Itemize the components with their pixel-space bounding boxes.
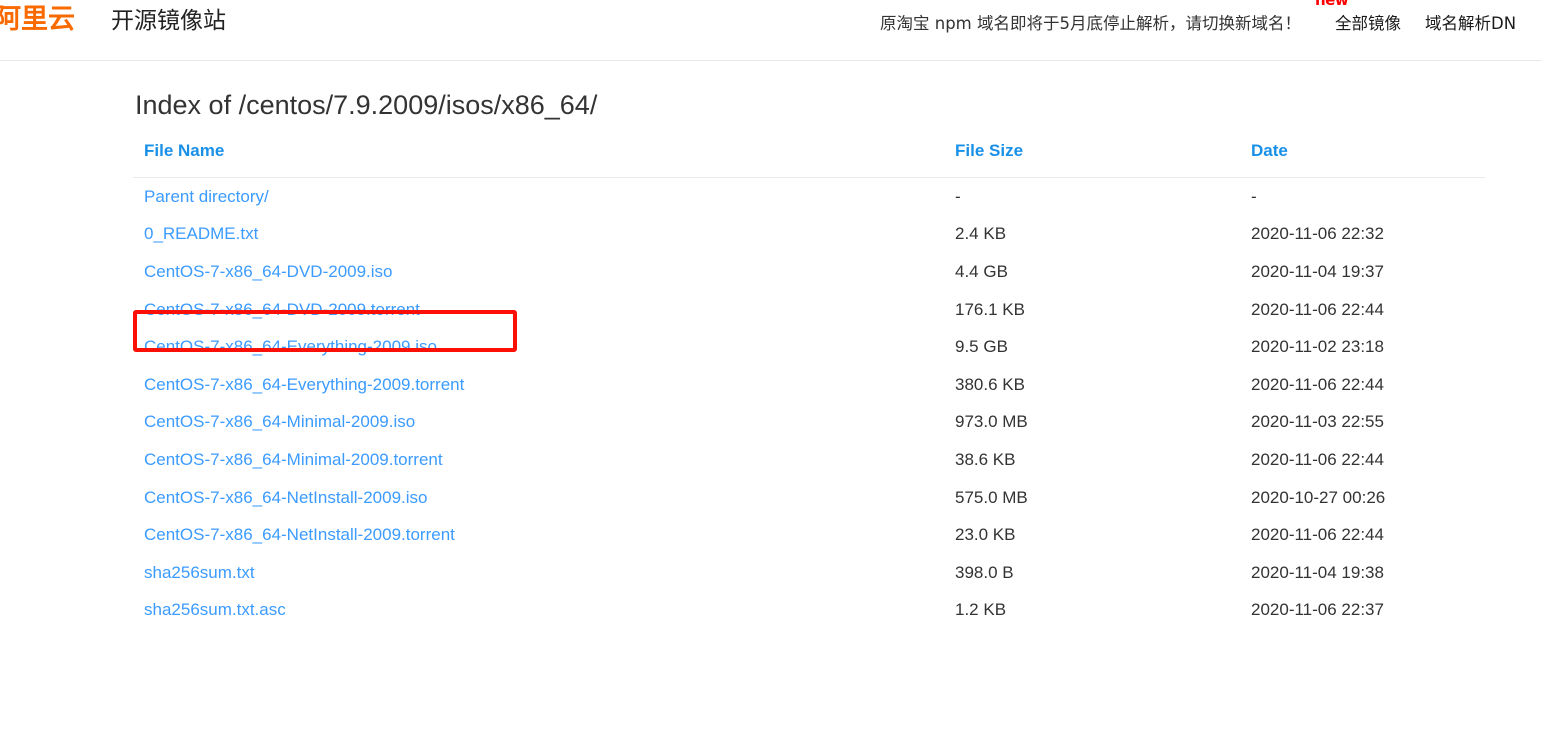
cell-file-name: CentOS-7-x86_64-NetInstall-2009.iso [133, 479, 943, 517]
brand-area[interactable]: 阿里云 开源镜像站 [0, 6, 226, 33]
file-link[interactable]: CentOS-7-x86_64-Minimal-2009.iso [144, 412, 415, 431]
table-row: CentOS-7-x86_64-NetInstall-2009.iso 575.0… [133, 479, 1485, 517]
cell-file-size: 2.4 KB [955, 224, 1007, 244]
nav-link-dns-resolution[interactable]: 域名解析DN [1425, 15, 1516, 33]
cell-date: - [1251, 186, 1257, 206]
file-link[interactable]: CentOS-7-x86_64-Everything-2009.iso [144, 337, 437, 356]
cell-date: 2020-11-06 22:44 [1251, 299, 1384, 319]
page-title: Index of /centos/7.9.2009/isos/x86_64/ [135, 90, 598, 120]
cell-file-name: CentOS-7-x86_64-NetInstall-2009.torrent [133, 516, 943, 554]
table-row: CentOS-7-x86_64-Minimal-2009.torrent 38.6… [133, 441, 1485, 479]
cell-file-name: sha256sum.txt [133, 554, 943, 592]
npm-domain-notice: 原淘宝 npm 域名即将于5月底停止解析，请切换新域名！ [880, 13, 1301, 33]
cell-file-size: 380.6 KB [955, 374, 1025, 394]
cell-file-size: 23.0 KB [955, 525, 1016, 545]
file-link[interactable]: sha256sum.txt.asc [144, 600, 286, 619]
cell-file-name: CentOS-7-x86_64-Everything-2009.iso [133, 328, 943, 366]
table-row: CentOS-7-x86_64-Minimal-2009.iso 973.0 MB… [133, 404, 1485, 442]
file-link[interactable]: CentOS-7-x86_64-Minimal-2009.torrent [144, 450, 443, 469]
table-body: Parent directory/ - - 0_README.txt 2.4 KB 202… [133, 178, 1485, 630]
cell-file-size: 973.0 MB [955, 412, 1028, 432]
file-link[interactable]: CentOS-7-x86_64-NetInstall-2009.iso [144, 488, 427, 507]
top-navigation: 原淘宝 npm 域名即将于5月底停止解析，请切换新域名！ 全部镜像 域名解析DN [880, 0, 1516, 48]
column-header-date[interactable]: Date [1238, 141, 1485, 178]
cell-date: 2020-11-06 22:44 [1251, 525, 1384, 545]
cell-file-size: 1.2 KB [955, 600, 1007, 620]
cell-file-name: CentOS-7-x86_64-Everything-2009.torrent [133, 366, 943, 404]
cell-file-name: CentOS-7-x86_64-Minimal-2009.torrent [133, 441, 943, 479]
cell-date: 2020-11-04 19:38 [1251, 562, 1384, 582]
site-title[interactable]: 开源镜像站 [111, 10, 226, 33]
table-row: CentOS-7-x86_64-NetInstall-2009.torrent 2… [133, 516, 1485, 554]
new-badge: new [1315, 0, 1349, 9]
cell-file-name: Parent directory/ [133, 178, 943, 216]
file-link[interactable]: CentOS-7-x86_64-DVD-2009.iso [144, 262, 393, 281]
cell-date: 2020-11-06 22:37 [1251, 600, 1384, 620]
file-link[interactable]: Parent directory/ [144, 187, 269, 206]
table-header: File Name File Size Date [133, 141, 1485, 178]
file-link[interactable]: 0_README.txt [144, 224, 258, 243]
cell-date: 2020-10-27 00:26 [1251, 487, 1386, 507]
nav-link-all-mirrors[interactable]: 全部镜像 [1335, 15, 1401, 33]
table-row: CentOS-7-x86_64-DVD-2009.iso 4.4 GB 2020-1… [133, 253, 1485, 291]
cell-file-name: CentOS-7-x86_64-Minimal-2009.iso [133, 404, 943, 442]
cell-file-name: 0_README.txt [133, 216, 943, 254]
file-listing-table: File Name File Size Date Parent director… [133, 141, 1485, 629]
table-row: Parent directory/ - - [133, 178, 1485, 216]
top-header-bar: 阿里云 开源镜像站 原淘宝 npm 域名即将于5月底停止解析，请切换新域名！ 全… [0, 0, 1542, 61]
cell-date: 2020-11-06 22:44 [1251, 374, 1384, 394]
cell-file-name: CentOS-7-x86_64-DVD-2009.iso [133, 253, 943, 291]
cell-file-size: 176.1 KB [955, 299, 1025, 319]
aliyun-logo[interactable]: 阿里云 [0, 6, 75, 33]
cell-date: 2020-11-02 23:18 [1251, 337, 1384, 357]
cell-date: 2020-11-06 22:32 [1251, 224, 1384, 244]
cell-file-size: 9.5 GB [955, 337, 1008, 357]
table-row: sha256sum.txt.asc 1.2 KB 2020-11-06 22:37 [133, 592, 1485, 630]
file-link[interactable]: CentOS-7-x86_64-DVD-2009.torrent [144, 300, 420, 319]
column-header-file-size[interactable]: File Size [943, 141, 1238, 178]
cell-file-size: 4.4 GB [955, 261, 1008, 281]
table-row: 0_README.txt 2.4 KB 2020-11-06 22:32 [133, 216, 1485, 254]
cell-file-size: - [955, 186, 961, 206]
table-header-row: File Name File Size Date [133, 141, 1485, 178]
cell-date: 2020-11-04 19:37 [1251, 261, 1384, 281]
table-row: CentOS-7-x86_64-Everything-2009.torrent 3… [133, 366, 1485, 404]
file-link[interactable]: CentOS-7-x86_64-Everything-2009.torrent [144, 375, 464, 394]
file-link[interactable]: sha256sum.txt [144, 563, 255, 582]
cell-file-name: CentOS-7-x86_64-DVD-2009.torrent [133, 291, 943, 329]
file-link[interactable]: CentOS-7-x86_64-NetInstall-2009.torrent [144, 525, 455, 544]
table-row: CentOS-7-x86_64-Everything-2009.iso 9.5 G… [133, 328, 1485, 366]
cell-file-name: sha256sum.txt.asc [133, 592, 943, 630]
cell-file-size: 575.0 MB [955, 487, 1028, 507]
table-row: sha256sum.txt 398.0 B 2020-11-04 19:38 [133, 554, 1485, 592]
table-row: CentOS-7-x86_64-DVD-2009.torrent 176.1 KB… [133, 291, 1485, 329]
cell-file-size: 398.0 B [955, 562, 1014, 582]
cell-date: 2020-11-06 22:44 [1251, 449, 1384, 469]
column-header-file-name[interactable]: File Name [133, 141, 943, 178]
cell-file-size: 38.6 KB [955, 449, 1016, 469]
cell-date: 2020-11-03 22:55 [1251, 412, 1384, 432]
